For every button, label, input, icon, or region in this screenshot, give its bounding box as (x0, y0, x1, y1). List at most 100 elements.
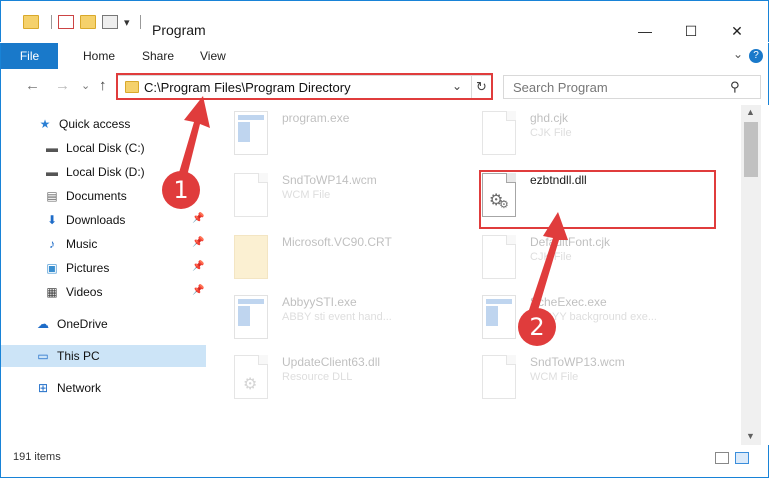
help-icon[interactable]: ? (749, 49, 763, 63)
file-name: SndToWP13.wcm (530, 355, 625, 369)
address-highlight-box (116, 73, 493, 100)
file-item[interactable]: program.exe (234, 107, 469, 159)
tab-home[interactable]: Home (83, 43, 115, 69)
tab-file[interactable]: File (1, 43, 58, 69)
folder-icon (23, 15, 39, 29)
drive-icon: ▬ (46, 165, 58, 179)
file-type: WCM File (282, 189, 331, 201)
scroll-down-icon[interactable]: ▼ (746, 431, 755, 441)
quick-access-toolbar: ▾ (23, 15, 147, 29)
file-list: program.exe ghd.cjk CJK File SndToWP14.w… (207, 105, 741, 445)
search-box[interactable]: Search Program ⚲ (503, 75, 761, 99)
back-button[interactable]: ← (25, 77, 40, 94)
network-icon: ⊞ (37, 381, 49, 395)
sidebar-item-label: Pictures (66, 261, 110, 275)
tab-view[interactable]: View (200, 43, 226, 69)
sidebar-item-label: OneDrive (57, 317, 108, 331)
sidebar-item-onedrive[interactable]: ☁ OneDrive (1, 313, 206, 335)
file-name: ghd.cjk (530, 111, 569, 125)
file-name: Microsoft.VC90.CRT (282, 235, 392, 249)
video-icon: ▦ (46, 285, 58, 299)
search-icon[interactable]: ⚲ (730, 79, 740, 95)
sidebar-item-label: Local Disk (C:) (66, 141, 145, 155)
file-icon (482, 355, 516, 399)
sidebar-item-network[interactable]: ⊞ Network (1, 377, 206, 399)
file-item[interactable]: SndToWP13.wcm WCM File (482, 351, 717, 403)
sidebar-item-this-pc[interactable]: ▭ This PC (1, 345, 206, 367)
file-highlight-box (479, 170, 716, 229)
sidebar-item-quick-access[interactable]: ★ Quick access (1, 113, 206, 135)
file-item[interactable]: SndToWP14.wcm WCM File (234, 169, 469, 221)
sidebar-item-local-disk-c[interactable]: ▬ Local Disk (C:) (1, 137, 206, 159)
pictures-icon: ▣ (46, 261, 58, 275)
recent-locations-button[interactable]: ⌄ (81, 79, 90, 92)
document-icon: ▤ (46, 189, 58, 203)
properties-icon[interactable] (58, 15, 74, 29)
pin-icon[interactable]: 📌 (192, 261, 204, 272)
toolbar-separator (139, 15, 141, 29)
drive-icon: ▬ (46, 141, 58, 155)
details-view-icon[interactable] (715, 452, 729, 464)
pin-icon[interactable]: 📌 (192, 285, 204, 296)
status-bar: 191 items (0, 445, 769, 478)
file-name: ScheExec.exe (530, 295, 607, 309)
file-icon: ⚙ (234, 355, 268, 399)
file-item[interactable]: DefaultFont.cjk CJK File (482, 231, 717, 283)
gear-icon: ⚙ (243, 376, 258, 393)
step-2-badge: 2 (518, 308, 556, 346)
sidebar-item-music[interactable]: ♪ Music 📌 (1, 233, 206, 255)
file-type: CJK File (530, 251, 572, 263)
search-input[interactable]: Search Program (513, 80, 608, 95)
pin-icon[interactable]: 📌 (192, 213, 204, 224)
file-name: SndToWP14.wcm (282, 173, 377, 187)
star-icon: ★ (39, 117, 51, 131)
sidebar-item-label: Videos (66, 285, 103, 299)
scroll-thumb[interactable] (744, 122, 758, 177)
file-item[interactable]: ScheExec.exe ABBYY background exe... (482, 291, 717, 343)
forward-button[interactable]: → (55, 77, 70, 94)
file-type: ABBY sti event hand... (282, 311, 392, 323)
close-button[interactable]: ✕ (714, 20, 760, 42)
sidebar-item-label: This PC (57, 349, 100, 363)
item-count: 191 items (13, 451, 61, 463)
sidebar-item-downloads[interactable]: ⬇ Downloads 📌 (1, 209, 206, 231)
cloud-icon: ☁ (37, 317, 49, 331)
file-name: UpdateClient63.dll (282, 355, 381, 369)
navigation-pane: ★ Quick access ▬ Local Disk (C:) ▬ Local… (0, 105, 207, 445)
maximize-button[interactable]: ☐ (668, 20, 714, 42)
scroll-up-icon[interactable]: ▲ (746, 107, 755, 117)
file-item[interactable]: AbbyySTI.exe ABBY sti event hand... (234, 291, 469, 343)
computer-icon: ▭ (37, 349, 49, 363)
file-type: Resource DLL (282, 371, 353, 383)
toolbar-separator (51, 15, 52, 29)
application-icon (482, 295, 516, 339)
sidebar-item-label: Downloads (66, 213, 126, 227)
toolbar-dropdown-icon[interactable]: ▾ (124, 16, 130, 29)
minimize-button[interactable]: — (622, 20, 668, 42)
title-bar: ▾ Program — ☐ ✕ (0, 0, 769, 42)
vertical-scrollbar[interactable]: ▲ ▼ (741, 105, 761, 445)
application-icon (234, 111, 268, 155)
sidebar-item-label: Local Disk (D:) (66, 165, 145, 179)
file-icon (234, 173, 268, 217)
file-item[interactable]: ghd.cjk CJK File (482, 107, 717, 159)
customize-icon[interactable] (102, 15, 118, 29)
pin-icon[interactable]: 📌 (192, 237, 204, 248)
tab-share[interactable]: Share (142, 43, 174, 69)
sidebar-item-videos[interactable]: ▦ Videos 📌 (1, 281, 206, 303)
window-title: Program (152, 22, 206, 38)
file-type: WCM File (530, 371, 579, 383)
expand-ribbon-icon[interactable]: ⌄ (733, 47, 743, 61)
new-folder-icon[interactable] (80, 15, 96, 29)
sidebar-item-pictures[interactable]: ▣ Pictures 📌 (1, 257, 206, 279)
file-icon (482, 111, 516, 155)
large-icons-view-icon[interactable] (735, 452, 749, 464)
file-item[interactable]: Microsoft.VC90.CRT (234, 231, 469, 283)
file-name: AbbyySTI.exe (282, 295, 357, 309)
sidebar-item-label: Music (66, 237, 98, 251)
download-icon: ⬇ (46, 213, 58, 227)
music-icon: ♪ (49, 237, 55, 251)
file-item[interactable]: ⚙ UpdateClient63.dll Resource DLL (234, 351, 469, 403)
up-button[interactable]: ↑ (99, 77, 107, 94)
sidebar-item-label: Documents (66, 189, 127, 203)
